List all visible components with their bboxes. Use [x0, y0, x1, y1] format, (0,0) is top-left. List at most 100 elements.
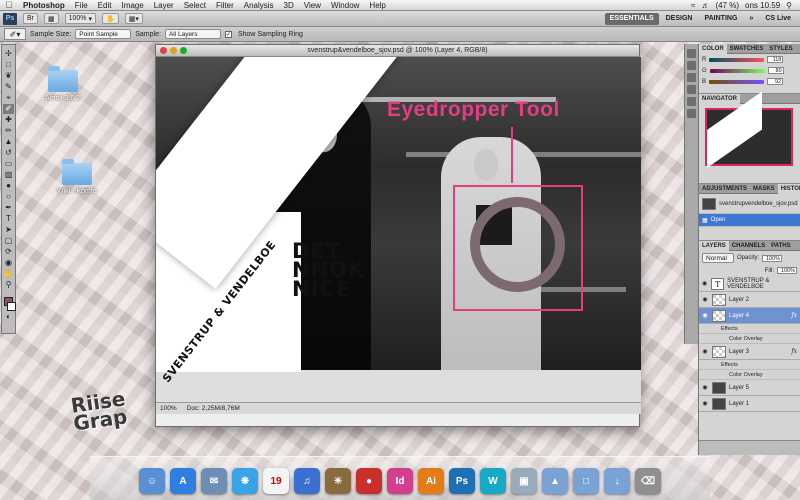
status-zoom[interactable]: 100%: [160, 405, 177, 412]
bridge-button[interactable]: Br: [23, 13, 38, 24]
type-tool-icon[interactable]: T: [3, 214, 14, 224]
panel-icon[interactable]: [687, 49, 696, 58]
menu-file[interactable]: File: [70, 1, 93, 10]
tab-masks[interactable]: MASKS: [750, 184, 778, 194]
menu-view[interactable]: View: [299, 1, 326, 10]
panel-icon[interactable]: [687, 61, 696, 70]
gradient-tool-icon[interactable]: ▧: [3, 170, 14, 180]
document-window[interactable]: svenstrup&vendelboe_sjov.psd @ 100% (Lay…: [155, 44, 641, 427]
iphoto-icon[interactable]: ☀: [325, 468, 351, 494]
arrange-documents-button[interactable]: ▦▾: [124, 13, 143, 24]
green-value-field[interactable]: 80: [767, 67, 784, 74]
workspace-more-button[interactable]: »: [744, 13, 758, 25]
sample-size-select[interactable]: Point Sample: [75, 29, 132, 39]
marquee-tool-icon[interactable]: □: [3, 60, 14, 70]
downloads-folder-icon[interactable]: ↓: [604, 468, 630, 494]
3d-rotate-tool-icon[interactable]: ⟳: [3, 247, 14, 257]
word-icon[interactable]: W: [480, 468, 506, 494]
healing-brush-tool-icon[interactable]: ✚: [3, 115, 14, 125]
clone-stamp-tool-icon[interactable]: ▲: [3, 137, 14, 147]
eye-icon[interactable]: ◉: [701, 384, 709, 391]
tab-history[interactable]: HISTORY: [777, 183, 800, 194]
blend-mode-select[interactable]: Normal: [702, 253, 734, 263]
safari-icon[interactable]: ❋: [232, 468, 258, 494]
eyedropper-tool-icon[interactable]: ✐: [3, 104, 14, 114]
layer-row[interactable]: ◉ T SVENSTRUP & VENDELBOE: [699, 276, 800, 292]
layer-row-selected[interactable]: ◉ Layer 4 fx: [699, 308, 800, 324]
workspace-painting[interactable]: PAINTING: [699, 13, 742, 25]
hand-tool-icon[interactable]: ✋: [3, 269, 14, 279]
blue-slider[interactable]: [709, 79, 765, 84]
clock[interactable]: ons 10.59: [745, 1, 780, 10]
path-selection-tool-icon[interactable]: ➤: [3, 225, 14, 235]
illustrator-icon[interactable]: Ai: [418, 468, 444, 494]
desktop-icon-airfoil[interactable]: Airfoil 3.6.2: [45, 66, 80, 102]
menu-3d[interactable]: 3D: [279, 1, 299, 10]
menu-window[interactable]: Window: [326, 1, 364, 10]
finder-icon[interactable]: ☺: [139, 468, 165, 494]
zoom-level-select[interactable]: 100% ▾: [64, 13, 96, 24]
document-title-bar[interactable]: svenstrup&vendelboe_sjov.psd @ 100% (Lay…: [156, 45, 639, 57]
opacity-field[interactable]: 100%: [762, 254, 783, 262]
trash-icon[interactable]: ⌫: [635, 468, 661, 494]
cs-live-button[interactable]: CS Live: [760, 13, 796, 25]
tab-styles[interactable]: STYLES: [766, 44, 795, 54]
layer-row[interactable]: ◉ Layer 2: [699, 292, 800, 308]
canvas[interactable]: SVENSTRUP & VENDELBOE DET NNOK NICE Eyed…: [156, 57, 641, 414]
fx-icon[interactable]: fx: [791, 348, 800, 355]
preview-icon[interactable]: ▣: [511, 468, 537, 494]
tab-swatches[interactable]: SWATCHES: [727, 44, 767, 54]
workspace-essentials[interactable]: ESSENTIALS: [604, 12, 659, 25]
tab-paths[interactable]: PATHS: [768, 241, 793, 251]
tab-color[interactable]: COLOR: [699, 43, 727, 54]
quick-mask-icon[interactable]: ◐: [3, 312, 14, 322]
menu-app-name[interactable]: Photoshop: [18, 1, 70, 10]
indesign-icon[interactable]: Id: [387, 468, 413, 494]
brush-tool-icon[interactable]: ✏: [3, 126, 14, 136]
pen-tool-icon[interactable]: ✒: [3, 203, 14, 213]
fx-icon[interactable]: fx: [791, 312, 800, 319]
eye-icon[interactable]: ◉: [701, 400, 709, 407]
tab-layers[interactable]: LAYERS: [699, 240, 729, 251]
lasso-tool-icon[interactable]: ❦: [3, 71, 14, 81]
hand-tool-button[interactable]: ✋: [102, 13, 119, 24]
crop-tool-icon[interactable]: ⌖: [3, 93, 14, 103]
color-overlay-row[interactable]: Color Overlay: [699, 370, 800, 380]
effects-row[interactable]: Effects: [699, 360, 800, 370]
eye-icon[interactable]: ◉: [701, 348, 709, 355]
fill-field[interactable]: 100%: [777, 267, 797, 274]
volume-icon[interactable]: ♬: [701, 1, 709, 10]
panel-icon[interactable]: [687, 97, 696, 106]
eye-icon[interactable]: ◉: [701, 280, 708, 287]
eraser-tool-icon[interactable]: ▭: [3, 159, 14, 169]
applications-folder-icon[interactable]: ▲: [542, 468, 568, 494]
zoom-tool-icon[interactable]: ⚲: [3, 280, 14, 290]
eye-icon[interactable]: ◉: [701, 312, 709, 319]
menu-image[interactable]: Image: [116, 1, 148, 10]
blur-tool-icon[interactable]: ●: [3, 181, 14, 191]
history-snapshot[interactable]: svenstrupvendelboe_sjov.psd: [699, 194, 800, 214]
panel-icon[interactable]: [687, 73, 696, 82]
angry-birds-icon[interactable]: ●: [356, 468, 382, 494]
layer-row[interactable]: ◉ Layer 5: [699, 380, 800, 396]
red-slider[interactable]: [709, 57, 765, 62]
sample-select[interactable]: All Layers: [164, 29, 221, 39]
menu-help[interactable]: Help: [364, 1, 390, 10]
mail-icon[interactable]: ✉: [201, 468, 227, 494]
dodge-tool-icon[interactable]: ○: [3, 192, 14, 202]
panel-icon[interactable]: [687, 109, 696, 118]
tab-navigator[interactable]: NAVIGATOR: [699, 93, 741, 104]
layer-row[interactable]: ◉ Layer 3 fx: [699, 344, 800, 360]
mini-bridge-button[interactable]: ▦: [44, 13, 59, 24]
menu-filter[interactable]: Filter: [211, 1, 239, 10]
navigator-preview[interactable]: [705, 108, 793, 166]
desktop-icon-wiki[interactable]: Wiki - Komfo: [57, 159, 97, 195]
menu-select[interactable]: Select: [179, 1, 211, 10]
tab-channels[interactable]: CHANNELS: [729, 241, 768, 251]
color-overlay-row[interactable]: Color Overlay: [699, 334, 800, 344]
blue-value-field[interactable]: 92: [767, 78, 784, 85]
menu-edit[interactable]: Edit: [93, 1, 117, 10]
workspace-design[interactable]: DESIGN: [661, 13, 698, 25]
eye-icon[interactable]: ◉: [701, 296, 709, 303]
apple-icon[interactable]: : [0, 0, 18, 10]
